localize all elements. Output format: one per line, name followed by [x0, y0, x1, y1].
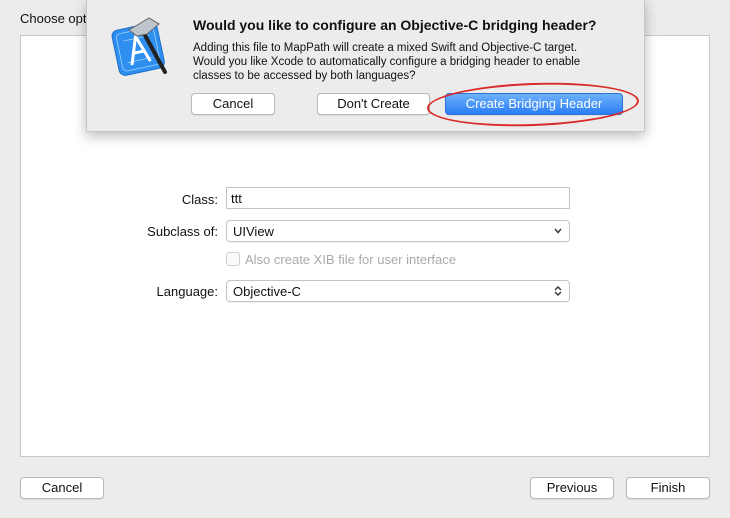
language-value: Objective-C	[233, 284, 301, 299]
sheet-message-line: Would you like Xcode to automatically co…	[193, 56, 581, 68]
sheet-cancel-button[interactable]: Cancel	[191, 93, 275, 115]
subclass-combobox[interactable]: UIView	[226, 220, 570, 242]
chevron-down-icon	[554, 228, 562, 234]
xib-checkbox[interactable]	[226, 252, 240, 266]
sheet-message: Adding this file to MapPath will create …	[193, 41, 623, 83]
xib-option-row: Also create XIB file for user interface	[226, 252, 456, 267]
language-label: Language:	[156, 284, 218, 299]
subclass-label: Subclass of:	[147, 224, 218, 239]
subclass-value: UIView	[233, 224, 274, 239]
cancel-button[interactable]: Cancel	[20, 477, 104, 499]
sheet-message-line: Adding this file to MapPath will create …	[193, 42, 578, 54]
class-name-field[interactable]: ttt	[226, 187, 570, 209]
up-down-arrows-icon	[554, 286, 562, 296]
previous-button[interactable]: Previous	[530, 477, 614, 499]
dont-create-button[interactable]: Don't Create	[317, 93, 430, 115]
sheet-message-line: classes to be accessed by both languages…	[193, 70, 416, 82]
class-label: Class:	[181, 192, 218, 207]
language-popup[interactable]: Objective-C	[226, 280, 570, 302]
xcode-hammer-icon	[111, 17, 167, 76]
finish-button[interactable]: Finish	[626, 477, 710, 499]
xib-checkbox-label: Also create XIB file for user interface	[245, 252, 456, 267]
choose-options-header: Choose opt	[20, 11, 87, 26]
sheet-title: Would you like to configure an Objective…	[193, 17, 597, 33]
